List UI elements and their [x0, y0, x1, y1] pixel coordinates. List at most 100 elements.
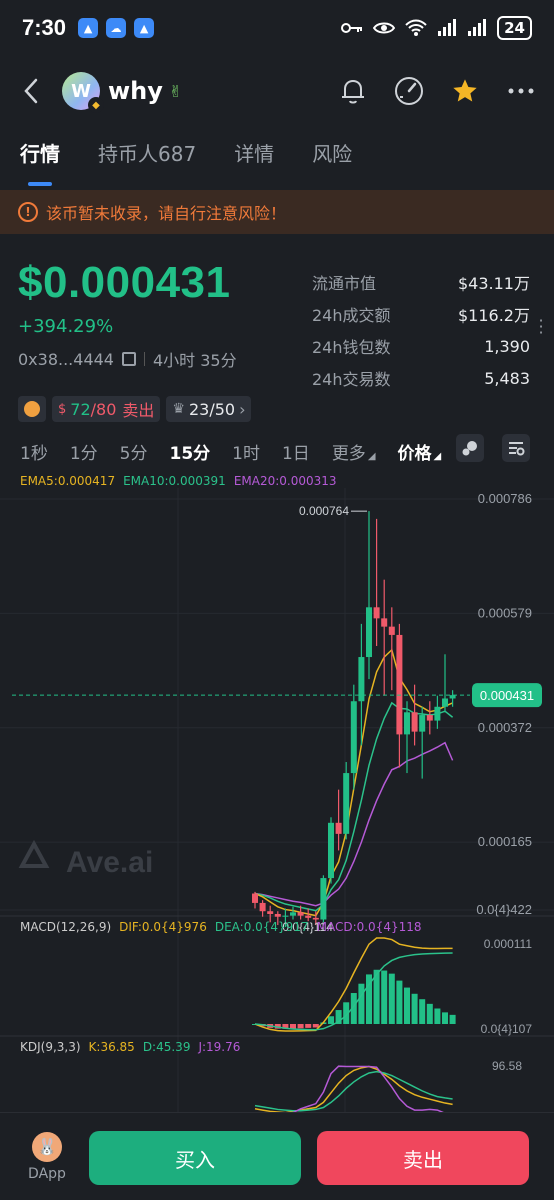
battery-indicator: 24	[497, 16, 532, 40]
avatar-letter: W	[71, 80, 91, 102]
y-tick-label: 0.0{4}422	[476, 902, 532, 917]
triangle-down-icon: ◢	[367, 450, 376, 462]
vertical-more-icon[interactable]: · · ·	[536, 313, 546, 341]
stat-value: $116.2万	[458, 306, 530, 325]
holders-count: 23/50	[188, 399, 236, 419]
macd-bar	[411, 993, 418, 1024]
star-favorite-icon[interactable]	[450, 76, 480, 106]
token-name: why	[108, 77, 163, 105]
current-price: $0.000431	[18, 258, 231, 307]
interval-1s[interactable]: 1秒	[20, 439, 48, 464]
signal-icon	[438, 19, 457, 36]
buy-sell-tag[interactable]: $ 72 /80 卖出	[52, 396, 161, 422]
status-bar: 7:30 ▲ ☁ ▲ 24	[0, 0, 554, 56]
stat-value: 5,483	[484, 368, 530, 388]
candle-body	[252, 893, 258, 903]
interval-1d[interactable]: 1日	[282, 439, 310, 464]
macd-bar	[381, 970, 388, 1024]
app-notification-icon: ▲	[78, 18, 99, 38]
y-tick-label: 0.000579	[478, 605, 532, 620]
candle-body	[442, 698, 448, 707]
stat-value: 1,390	[484, 336, 530, 356]
stat-row: 24h交易数 5,483	[312, 362, 530, 394]
stat-row: 24h钱包数 1,390	[312, 330, 530, 362]
holders-tag[interactable]: ♛ 23/50 ›	[166, 396, 252, 422]
token-age: 4小时 35分	[152, 351, 237, 370]
macd-dea: DEA:0.0{4}917	[214, 920, 309, 934]
stat-label: 流通市值	[312, 274, 377, 293]
interval-15m[interactable]: 15分	[169, 439, 210, 464]
candle-body	[267, 911, 274, 914]
tab-market[interactable]: 行情	[20, 138, 60, 188]
candle-body	[274, 913, 281, 917]
kdj-tick-label: 96.58	[492, 1059, 522, 1073]
key-icon	[341, 23, 363, 33]
interval-1m[interactable]: 1分	[70, 439, 98, 464]
macd-legend: MACD(12,26,9) DIF:0.0{4}976 DEA:0.0{4}91…	[20, 920, 422, 934]
candle-body	[396, 634, 403, 735]
coins-icon	[24, 401, 40, 417]
contract-row: 0x38...4444 4小时 35分	[18, 347, 308, 371]
candle-body	[373, 607, 380, 619]
more-icon[interactable]	[506, 76, 536, 106]
interval-more[interactable]: 更多 ◢	[332, 439, 376, 464]
y-tick-label: 0.000372	[478, 720, 532, 735]
coin-tag[interactable]	[18, 396, 46, 422]
tab-risk[interactable]: 风险	[312, 138, 352, 188]
eye-icon	[373, 22, 396, 34]
candle-body	[358, 657, 365, 702]
macd-bar	[404, 987, 410, 1024]
status-app-icons: ▲ ☁ ▲	[78, 18, 155, 38]
kdj-d: D:45.39	[142, 1040, 191, 1054]
buy-button[interactable]: 买入	[89, 1131, 301, 1185]
contract-address: 0x38...4444	[18, 349, 114, 369]
chart-tools	[456, 434, 530, 462]
nav-actions	[338, 76, 536, 106]
watermark-ave-logo: Ave.ai	[18, 839, 153, 879]
interval-1h[interactable]: 1时	[232, 439, 260, 464]
back-icon[interactable]	[18, 78, 44, 104]
candle-body	[426, 715, 433, 721]
copy-icon[interactable]	[121, 352, 136, 366]
indicator-bubbles-icon[interactable]	[456, 434, 484, 462]
macd-bar	[328, 1016, 334, 1024]
price-chart[interactable]: Ave.ai 0.0007640.0{4}1140.000431 0.00078…	[0, 488, 554, 1112]
candle-body	[335, 822, 342, 834]
interval-more-label: 更多	[331, 443, 366, 464]
chevron-right-icon: ›	[239, 399, 246, 419]
macd-bar	[426, 1003, 433, 1024]
tab-bar: 行情 持币人687 详情 风险	[0, 138, 554, 188]
bell-icon[interactable]	[338, 76, 368, 106]
price-mode-label: 价格	[397, 443, 432, 464]
buy-count: 72	[70, 399, 91, 419]
speedometer-icon[interactable]	[394, 76, 424, 106]
tab-holders[interactable]: 持币人687	[98, 138, 196, 188]
ema10-legend: EMA10:0.000391	[123, 474, 226, 488]
macd-bar	[449, 1014, 456, 1024]
macd-bar	[297, 1024, 304, 1029]
wifi-icon	[405, 19, 427, 36]
app-notification-icon: ▲	[134, 18, 155, 38]
market-stats: 流通市值 $43.11万 24h成交额 $116.2万 24h钱包数 1,390…	[312, 266, 530, 394]
warning-icon: !	[18, 202, 38, 222]
ema-legend: EMA5:0.000417 EMA10:0.000391 EMA20:0.000…	[20, 474, 337, 488]
ema20-legend: EMA20:0.000313	[233, 474, 337, 488]
bottom-action-bar: 🐰 DApp 买入 卖出	[0, 1112, 554, 1200]
price-panel: $0.000431 +394.29% 0x38...4444 4小时 35分	[18, 258, 308, 371]
macd-tick-label: 0.000111	[484, 937, 533, 951]
dapp-label: DApp	[28, 1165, 66, 1182]
macd-bar	[312, 1024, 319, 1028]
candle-body	[404, 712, 410, 735]
warning-text: 该币暂未收录，请自行注意风险！	[46, 204, 287, 223]
macd-value: MACD:0.0{4}118	[316, 920, 422, 934]
interval-5m[interactable]: 5分	[120, 439, 148, 464]
tab-details[interactable]: 详情	[234, 138, 274, 188]
stat-row: 24h成交额 $116.2万	[312, 298, 530, 330]
chart-settings-icon[interactable]	[502, 434, 530, 462]
sell-button[interactable]: 卖出	[317, 1131, 529, 1185]
dapp-button[interactable]: 🐰 DApp	[24, 1131, 70, 1182]
price-mode-dropdown[interactable]: 价格 ◢	[398, 439, 442, 464]
y-tick-label: 0.000786	[478, 491, 532, 506]
macd-bar	[358, 983, 365, 1024]
kdj-panel: 96.58	[254, 1059, 522, 1112]
